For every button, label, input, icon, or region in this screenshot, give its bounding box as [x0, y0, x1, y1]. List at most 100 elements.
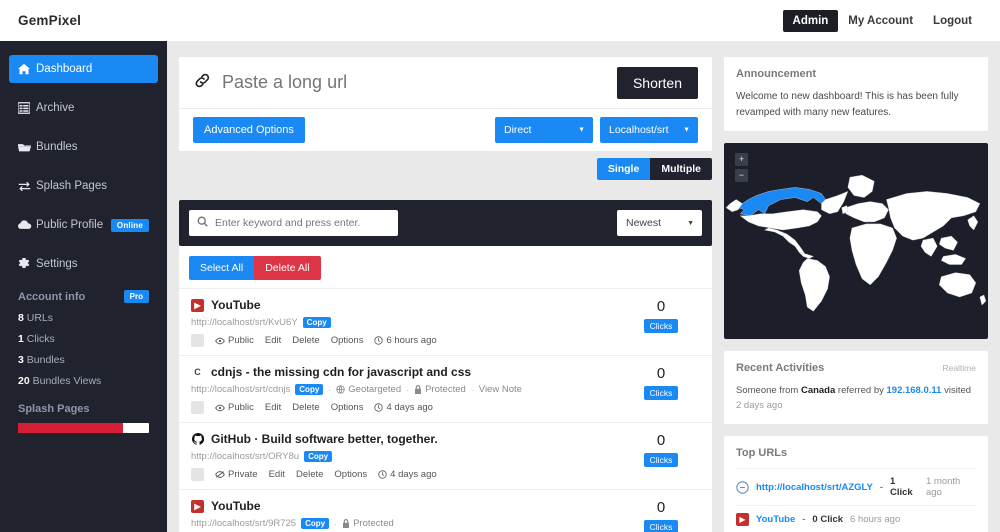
protected-label: Protected	[425, 384, 466, 395]
sidebar-item-settings[interactable]: Settings	[9, 250, 158, 278]
clicks-badge[interactable]: Clicks	[643, 519, 679, 532]
edit-link[interactable]: Edit	[265, 402, 281, 413]
advanced-options-button[interactable]: Advanced Options	[193, 117, 305, 143]
mode-toggle-row: Single Multiple	[179, 158, 712, 180]
table-row: ▶ YouTube http://localhost/srt/KvU6Y Cop…	[179, 288, 712, 355]
top-url-clicks: 0 Click	[812, 514, 844, 526]
folder-icon	[18, 141, 36, 153]
copy-button[interactable]: Copy	[295, 384, 324, 395]
protected-tag: Protected	[414, 384, 466, 395]
url-row-main: C cdnjs - the missing cdn for javascript…	[191, 365, 622, 414]
top-url-time: 6 hours ago	[850, 514, 901, 526]
clicks-column: 0 Clicks	[622, 499, 700, 532]
copy-button[interactable]: Copy	[302, 317, 331, 328]
protected-label: Protected	[353, 518, 394, 529]
options-link[interactable]: Options	[334, 469, 367, 480]
copy-button[interactable]: Copy	[301, 518, 330, 529]
stat-bundle-views: 20 Bundles Views	[18, 375, 149, 387]
sidebar-item-public-profile[interactable]: Public Profile Online	[9, 211, 158, 239]
visibility-label: Public	[228, 402, 254, 413]
realtime-badge: Realtime	[942, 363, 976, 373]
brand-logo: GemPixel	[18, 13, 82, 28]
separator-dot: ·	[334, 518, 338, 529]
nav-my-account[interactable]: My Account	[838, 10, 923, 32]
short-url-text: http://localhost/srt/ORY8u	[191, 451, 300, 462]
short-url-text: http://localhost/srt/9R725	[191, 518, 297, 529]
row-checkbox[interactable]	[191, 334, 204, 347]
chevron-down-icon: ▼	[578, 126, 585, 134]
top-url-link[interactable]: http://localhost/srt/AZGLY	[756, 482, 873, 493]
separator-dot: ·	[406, 384, 410, 395]
short-url-text: http://localhost/srt/cdnjs	[191, 384, 291, 395]
visibility-label: Public	[228, 335, 254, 346]
stat-clicks-label: Clicks	[26, 333, 55, 345]
world-map-card[interactable]: + −	[724, 143, 988, 339]
sidebar-item-bundles[interactable]: Bundles	[9, 133, 158, 161]
edit-link[interactable]: Edit	[269, 469, 285, 480]
url-row-main: ▶ YouTube http://localhost/srt/KvU6Y Cop…	[191, 298, 622, 347]
cloud-icon	[18, 220, 36, 230]
search-input[interactable]	[215, 217, 390, 229]
clicks-column: 0 Clicks	[622, 432, 700, 468]
nav-logout[interactable]: Logout	[923, 10, 982, 32]
sidebar-label-archive: Archive	[36, 102, 75, 114]
sidebar-item-archive[interactable]: Archive	[9, 94, 158, 122]
gear-icon	[18, 258, 36, 270]
table-row: GitHub · Build software better, together…	[179, 422, 712, 489]
options-link[interactable]: Options	[331, 402, 364, 413]
delete-link[interactable]: Delete	[292, 402, 319, 413]
link-type-value: Direct	[504, 124, 532, 136]
stat-clicks-value: 1	[18, 333, 24, 345]
link-type-select[interactable]: Direct ▼	[495, 117, 593, 143]
delete-link[interactable]: Delete	[296, 469, 323, 480]
recent-activities-title: Recent Activities	[736, 362, 825, 374]
copy-button[interactable]: Copy	[304, 451, 333, 462]
edit-link[interactable]: Edit	[265, 335, 281, 346]
nav-admin[interactable]: Admin	[782, 9, 839, 32]
url-list-panel: Select All Delete All ▶ YouTube http://l…	[179, 246, 712, 532]
url-row-tools: Private Edit Delete Options 4 days ago	[191, 468, 622, 481]
clicks-badge[interactable]: Clicks	[643, 385, 679, 400]
view-note-link[interactable]: View Note	[479, 384, 522, 395]
url-row-title: C cdnjs - the missing cdn for javascript…	[191, 365, 622, 379]
main-content: Shorten Advanced Options Direct ▼ Localh…	[167, 41, 724, 532]
mode-multiple-button[interactable]: Multiple	[650, 158, 712, 180]
sidebar-label-public-profile: Public Profile	[36, 219, 104, 231]
visibility-indicator: Private	[215, 469, 258, 480]
url-row-link: http://localhost/srt/cdnjs Copy · Geotar…	[191, 384, 622, 395]
top-nav: Admin My Account Logout	[782, 9, 982, 32]
domain-select[interactable]: Localhost/srt ▼	[600, 117, 698, 143]
domain-value: Localhost/srt	[609, 124, 669, 136]
url-title-text: GitHub · Build software better, together…	[211, 432, 438, 446]
row-checkbox[interactable]	[191, 401, 204, 414]
sidebar-label-dashboard: Dashboard	[36, 63, 93, 75]
youtube-icon: ▶	[191, 499, 204, 513]
sidebar-item-dashboard[interactable]: Dashboard	[9, 55, 158, 83]
clicks-badge[interactable]: Clicks	[643, 318, 679, 333]
stat-urls-value: 8	[18, 312, 24, 324]
stat-urls: 8 URLs	[18, 312, 149, 324]
options-link[interactable]: Options	[331, 335, 364, 346]
sidebar-label-settings: Settings	[36, 258, 78, 270]
announcement-card: Announcement Welcome to new dashboard! T…	[724, 57, 988, 131]
separator-dot: ·	[328, 384, 332, 395]
recent-activities-card: Recent Activities Realtime Someone from …	[724, 351, 988, 425]
stat-bundles-label: Bundles	[26, 354, 65, 366]
select-all-button[interactable]: Select All	[189, 256, 255, 280]
clicks-badge[interactable]: Clicks	[643, 452, 679, 467]
url-row-link: http://localhost/srt/KvU6Y Copy	[191, 317, 622, 328]
timestamp-text: 4 days ago	[386, 402, 433, 413]
activity-ip[interactable]: 192.168.0.11	[887, 385, 942, 396]
top-header: GemPixel Admin My Account Logout	[0, 0, 1000, 41]
top-url-link[interactable]: YouTube	[756, 514, 795, 525]
delete-all-button[interactable]: Delete All	[254, 256, 321, 280]
shorten-button[interactable]: Shorten	[616, 66, 698, 99]
search-box[interactable]	[189, 210, 398, 236]
mode-single-button[interactable]: Single	[596, 158, 651, 180]
sort-select[interactable]: Newest ▼	[617, 210, 702, 236]
delete-link[interactable]: Delete	[292, 335, 319, 346]
sidebar-item-splash-pages[interactable]: Splash Pages	[9, 172, 158, 200]
view-note-label[interactable]: View Note	[479, 384, 522, 395]
long-url-input[interactable]	[222, 72, 617, 93]
row-checkbox[interactable]	[191, 468, 204, 481]
